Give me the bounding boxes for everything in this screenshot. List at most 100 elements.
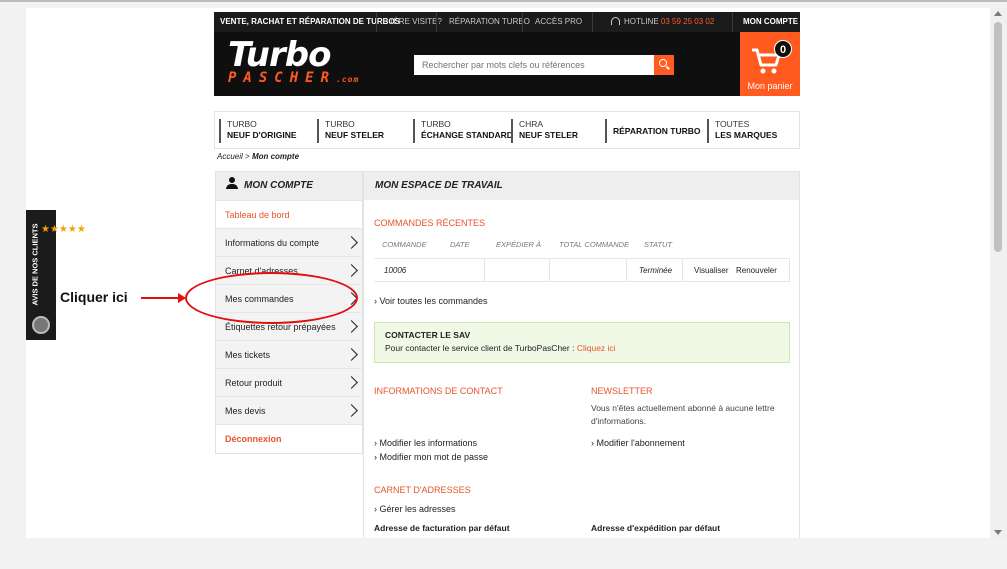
- reviews-label: AVIS DE NOS CLIENTS: [30, 223, 40, 306]
- hotline-number: 03 59 25 03 02: [660, 17, 715, 26]
- chevron-right-icon: [345, 236, 358, 249]
- chevron-right-icon: [345, 376, 358, 389]
- recent-orders-title: COMMANDES RÉCENTES: [374, 218, 486, 228]
- cart-button[interactable]: 0 Mon panier: [740, 32, 800, 96]
- address-book-title: CARNET D'ADRESSES: [374, 485, 471, 495]
- cart-count-badge: 0: [774, 40, 792, 58]
- modify-subscription-text: Modifier l'abonnement: [596, 438, 685, 448]
- sidebar-item-dashboard[interactable]: Tableau de bord: [216, 200, 362, 228]
- col-total: TOTAL COMMANDE: [559, 240, 630, 249]
- sidebar-item-label: Mes devis: [225, 406, 266, 416]
- modify-info-link[interactable]: › Modifier les informations: [374, 438, 477, 448]
- breadcrumb-home[interactable]: Accueil: [217, 152, 243, 161]
- top-bar: VENTE, RACHAT ET RÉPARATION DE TURBOS 1È…: [214, 12, 800, 32]
- hotline[interactable]: HOTLINE 03 59 25 03 02: [592, 12, 732, 32]
- customer-reviews-tab[interactable]: AVIS DE NOS CLIENTS ★★★★★: [26, 210, 86, 340]
- category-line2: NEUF D'ORIGINE: [227, 130, 297, 140]
- shipping-address-label: Adresse d'expédition par défaut: [591, 523, 721, 533]
- billing-address-label: Adresse de facturation par défaut: [374, 523, 510, 533]
- chevron-right-icon: [345, 348, 358, 361]
- breadcrumb-current: Mon compte: [251, 152, 300, 161]
- user-icon: [226, 177, 238, 189]
- search-button[interactable]: [654, 55, 674, 75]
- chevron-right-icon: [345, 404, 358, 417]
- logo-suffix: .com: [336, 75, 360, 84]
- modify-info-text: Modifier les informations: [379, 438, 478, 448]
- scroll-up-arrow-icon[interactable]: [994, 11, 1002, 16]
- order-id: 10006: [384, 266, 407, 275]
- annotation-text: Cliquer ici: [60, 289, 128, 305]
- orders-table-header: COMMANDE DATE EXPÉDIER À TOTAL COMMANDE …: [374, 234, 790, 256]
- sidebar-item-logout[interactable]: Déconnexion: [216, 424, 362, 452]
- repair-link[interactable]: RÉPARATION TURBO: [436, 12, 530, 32]
- annotation-arrow: [141, 297, 179, 299]
- site-logo[interactable]: Turbo PASCHER.com: [228, 38, 359, 86]
- col-status: STATUT: [644, 240, 673, 249]
- category-line1: TOUTES: [715, 119, 750, 129]
- sidebar-item-label: Informations du compte: [225, 238, 320, 248]
- breadcrumb: Accueil > Mon compte: [217, 152, 299, 161]
- contact-info-title: INFORMATIONS DE CONTACT: [374, 386, 503, 396]
- category-line1: CHRA: [519, 119, 544, 129]
- search-input[interactable]: [414, 55, 654, 75]
- chevron-right-icon: [345, 320, 358, 333]
- category-line1: RÉPARATION TURBO: [613, 126, 701, 136]
- annotation-highlight-ellipse: [185, 272, 358, 324]
- cell-divider: [626, 259, 627, 281]
- renew-order-link[interactable]: Renouveler: [736, 266, 777, 275]
- view-all-orders-link[interactable]: › Voir toutes les commandes: [374, 296, 488, 306]
- modify-subscription-link[interactable]: › Modifier l'abonnement: [591, 438, 685, 448]
- modify-password-link[interactable]: › Modifier mon mot de passe: [374, 452, 488, 462]
- slogan: VENTE, RACHAT ET RÉPARATION DE TURBOS: [220, 17, 401, 26]
- view-order-link[interactable]: Visualiser: [694, 266, 729, 275]
- workspace-title: MON ESPACE DE TRAVAIL: [364, 172, 799, 200]
- col-ship-to: EXPÉDIER À: [496, 240, 542, 249]
- chevron-right-icon: [345, 264, 358, 277]
- breadcrumb-separator: >: [245, 152, 250, 161]
- sav-text-line: Pour contacter le service client de Turb…: [385, 343, 779, 353]
- logo-pascher: PASCHER.com: [228, 70, 359, 86]
- sidebar-item-label: Déconnexion: [225, 434, 282, 444]
- star-rating-icon: ★★★★★: [41, 224, 86, 235]
- newsletter-text: Vous n'êtes actuellement abonné à aucune…: [591, 403, 775, 426]
- category-chra-neuf-steler[interactable]: CHRA NEUF STELER: [511, 119, 578, 143]
- category-turbo-neuf-origine[interactable]: TURBO NEUF D'ORIGINE: [219, 119, 297, 143]
- category-line2: NEUF STELER: [325, 130, 385, 140]
- sav-link[interactable]: Cliquez ici: [577, 343, 616, 353]
- category-line2: NEUF STELER: [519, 130, 579, 140]
- category-turbo-echange-standard[interactable]: TURBO ÉCHANGE STANDARD: [413, 119, 513, 143]
- first-visit-link[interactable]: 1ÈRE VISITE?: [376, 12, 442, 32]
- scrollbar-thumb[interactable]: [994, 22, 1002, 252]
- newsletter-title: NEWSLETTER: [591, 386, 653, 396]
- sidebar-item-tickets[interactable]: Mes tickets: [216, 340, 362, 368]
- sidebar-item-product-return[interactable]: Retour produit: [216, 368, 362, 396]
- modify-password-text: Modifier mon mot de passe: [379, 452, 489, 462]
- sidebar-item-account-info[interactable]: Informations du compte: [216, 228, 362, 256]
- category-line1: TURBO: [325, 119, 355, 129]
- headset-icon: [611, 17, 620, 25]
- cell-divider: [549, 259, 550, 281]
- logo-pascher-text: PASCHER: [228, 70, 337, 86]
- category-line1: TURBO: [227, 119, 257, 129]
- category-reparation-turbo[interactable]: RÉPARATION TURBO: [605, 119, 701, 143]
- scroll-down-arrow-icon[interactable]: [994, 530, 1002, 535]
- pro-access-link[interactable]: ACCÈS PRO: [522, 12, 582, 32]
- sav-title: CONTACTER LE SAV: [385, 330, 471, 340]
- col-order: COMMANDE: [382, 240, 427, 249]
- sidebar-item-label: Tableau de bord: [225, 210, 290, 220]
- my-account-link[interactable]: MON COMPTE: [732, 12, 800, 32]
- sidebar-item-quotes[interactable]: Mes devis: [216, 396, 362, 424]
- reviews-badge-icon: [32, 316, 50, 334]
- category-nav: TURBO NEUF D'ORIGINE TURBO NEUF STELER T…: [214, 111, 800, 149]
- category-turbo-neuf-steler[interactable]: TURBO NEUF STELER: [317, 119, 384, 143]
- hotline-label: HOTLINE: [624, 17, 659, 26]
- sidebar-item-label: Mes tickets: [225, 350, 271, 360]
- vertical-scrollbar[interactable]: [990, 8, 1007, 538]
- category-line2: LES MARQUES: [715, 130, 778, 140]
- manage-addresses-link[interactable]: › Gérer les adresses: [374, 504, 456, 514]
- category-toutes-marques[interactable]: TOUTES LES MARQUES: [707, 119, 777, 143]
- contact-sav-box: CONTACTER LE SAV Pour contacter le servi…: [374, 322, 790, 363]
- sidebar-title-text: MON COMPTE: [244, 180, 313, 191]
- cart-label: Mon panier: [747, 81, 793, 91]
- workspace-panel: MON ESPACE DE TRAVAIL COMMANDES RÉCENTES…: [363, 171, 800, 538]
